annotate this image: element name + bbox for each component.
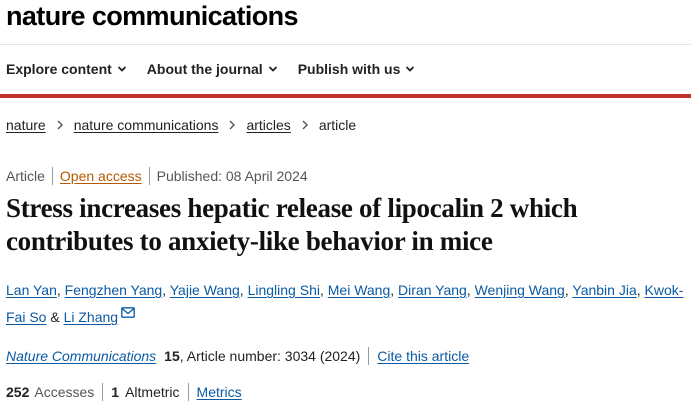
chevron-right-icon <box>302 120 308 130</box>
author-link[interactable]: Mei Wang <box>328 282 391 298</box>
author-link[interactable]: Wenjing Wang <box>475 282 565 298</box>
author-link[interactable]: Li Zhang <box>64 309 118 325</box>
nav-explore-content[interactable]: Explore content <box>6 61 127 77</box>
author-link[interactable]: Yajie Wang <box>170 282 240 298</box>
breadcrumb-nature[interactable]: nature <box>6 117 46 133</box>
journal-brand[interactable]: nature communications <box>6 1 299 32</box>
metrics-link[interactable]: Metrics <box>197 384 242 400</box>
author-list: Lan Yan, Fengzhen Yang, Yajie Wang, Ling… <box>6 277 686 331</box>
chevron-down-icon <box>117 66 126 72</box>
nav-about-journal[interactable]: About the journal <box>147 61 278 77</box>
cite-this-article-link[interactable]: Cite this article <box>377 348 469 364</box>
journal-link[interactable]: Nature Communications <box>6 348 156 364</box>
breadcrumb-nature-communications[interactable]: nature communications <box>74 117 219 133</box>
published-date: Published: 08 April 2024 <box>156 168 308 184</box>
breadcrumb-current: article <box>318 117 357 133</box>
author-link[interactable]: Fengzhen Yang <box>65 282 163 298</box>
author-separator: , <box>239 282 248 298</box>
citation-line: Nature Communications 15 , Article numbe… <box>6 347 469 365</box>
divider <box>368 347 370 365</box>
divider <box>187 383 189 401</box>
nav-item-label: Publish with us <box>297 61 401 77</box>
altmetric-count: 1 <box>111 384 120 400</box>
author-link[interactable]: Lingling Shi <box>248 282 320 298</box>
open-access-link[interactable]: Open access <box>60 168 142 184</box>
nav-item-label: Explore content <box>6 61 112 77</box>
article-title: Stress increases hepatic release of lipo… <box>6 193 578 256</box>
nav-publish-with-us[interactable]: Publish with us <box>298 61 416 77</box>
author-separator: & <box>46 309 64 325</box>
accent-divider <box>0 94 691 98</box>
article-metrics: 252 Accesses 1 Altmetric Metrics <box>6 383 242 401</box>
divider <box>148 167 150 185</box>
chevron-right-icon <box>57 120 63 130</box>
author-link[interactable]: Lan Yan <box>6 282 57 298</box>
author-separator: , <box>636 282 645 298</box>
article-number: , Article number: 3034 (2024) <box>179 348 361 364</box>
chevron-down-icon <box>406 66 415 72</box>
author-separator: , <box>162 282 170 298</box>
author-link[interactable]: Diran Yang <box>398 282 467 298</box>
breadcrumb-articles[interactable]: articles <box>246 117 290 133</box>
altmetric-label: Altmetric <box>125 384 180 400</box>
author-separator: , <box>56 282 65 298</box>
article-type: Article <box>6 168 45 184</box>
author-link[interactable]: Yanbin Jia <box>572 282 636 298</box>
mail-icon[interactable] <box>121 307 135 318</box>
author-separator: , <box>319 282 328 298</box>
accesses-label: Accesses <box>34 384 95 400</box>
nav-item-label: About the journal <box>146 61 263 77</box>
author-separator: , <box>390 282 399 298</box>
header-divider <box>0 44 691 45</box>
author-separator: , <box>466 282 475 298</box>
chevron-down-icon <box>268 66 277 72</box>
divider <box>102 383 104 401</box>
volume: 15 <box>164 348 180 364</box>
breadcrumb: nature nature communications articles ar… <box>6 117 356 133</box>
main-nav: Explore content About the journal Publis… <box>6 61 415 77</box>
article-meta: Article Open access Published: 08 April … <box>6 167 308 185</box>
chevron-right-icon <box>229 120 236 130</box>
accesses-count: 252 <box>6 384 30 400</box>
divider <box>51 167 53 185</box>
